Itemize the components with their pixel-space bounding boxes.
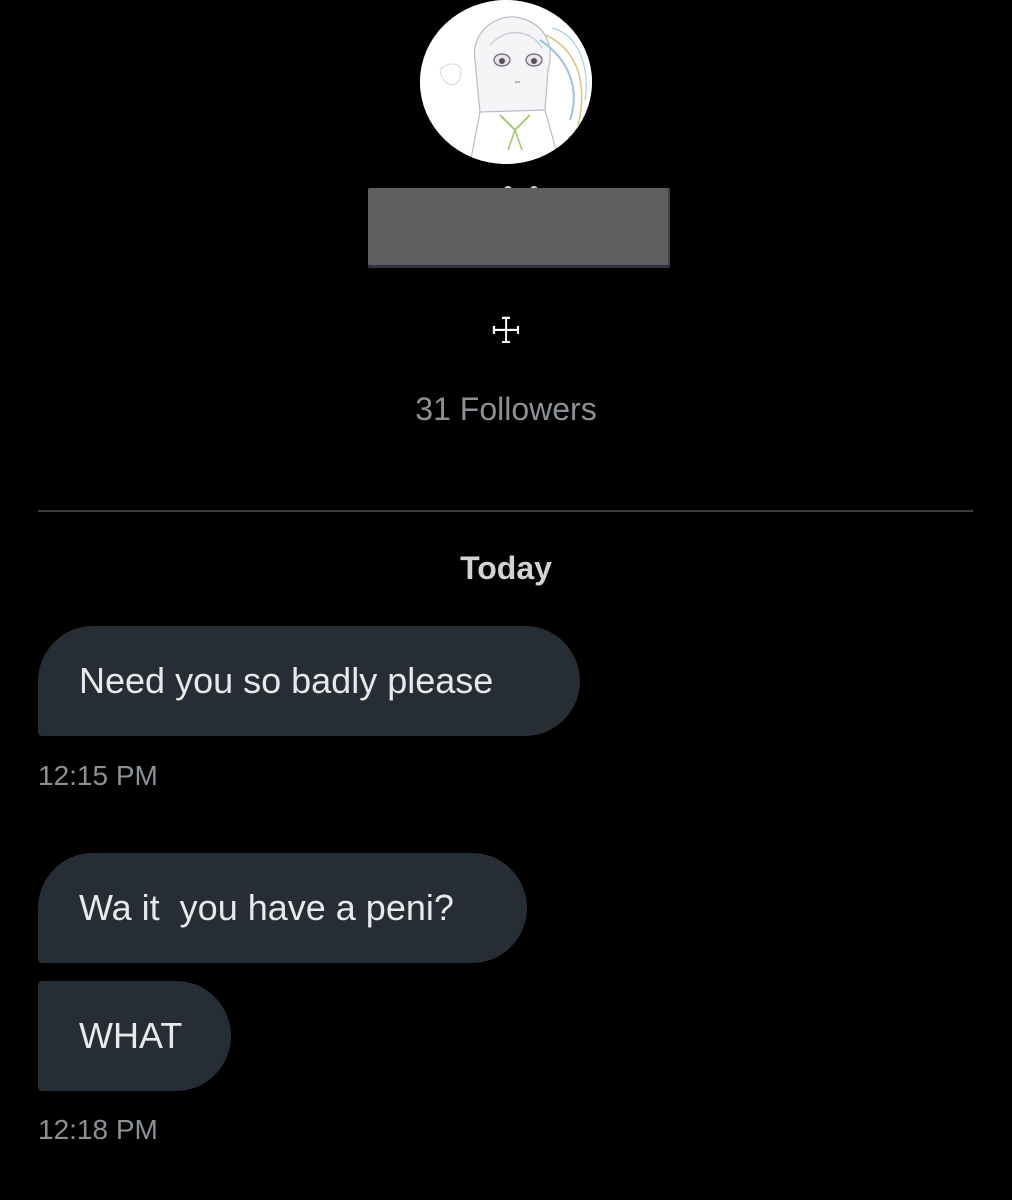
followers-count[interactable]: 31 Followers <box>0 388 1012 430</box>
profile-avatar[interactable] <box>420 0 592 164</box>
message-bubble[interactable]: WHAT <box>38 981 231 1091</box>
profile-divider <box>38 510 973 512</box>
message-bubble[interactable]: Need you so badly please <box>38 626 580 736</box>
bio-cross-symbol: ☩ <box>489 311 523 352</box>
message-timestamp: 12:18 PM <box>38 1114 158 1145</box>
display-name-redaction <box>368 188 670 268</box>
message-timestamp: 12:15 PM <box>38 760 158 791</box>
anime-character-avatar-icon <box>420 0 592 164</box>
day-separator: Today <box>460 550 552 586</box>
message-bubble[interactable]: Wa it you have a peni? <box>38 853 527 963</box>
